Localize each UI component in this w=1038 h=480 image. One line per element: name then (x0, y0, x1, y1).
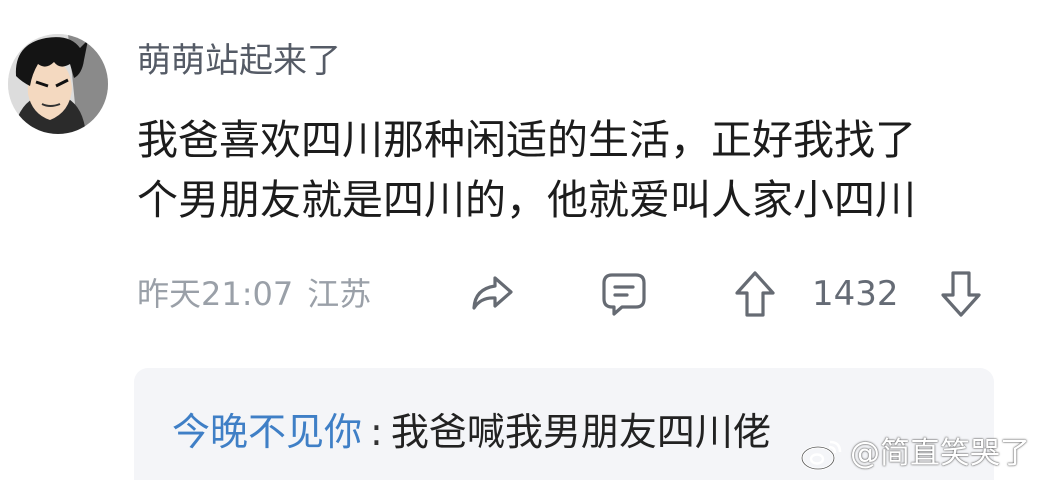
reply-text: 我爸喊我男朋友四川佬 (390, 410, 771, 454)
comment-text-line: 个男朋友就是四川的，他就爱叫人家小四川 (137, 176, 916, 224)
weibo-icon (800, 440, 842, 471)
reply-author[interactable]: 今晚不见你 (172, 410, 362, 454)
comment-time: 昨天21:07 (137, 275, 294, 313)
arrow-up-icon (735, 271, 775, 317)
share-button[interactable] (466, 270, 518, 318)
watermark: @简直笑哭了 (800, 434, 1030, 474)
share-icon (472, 276, 513, 310)
reply-separator: : (370, 410, 383, 454)
comment-page: 萌萌站起来了 我爸喜欢四川那种闲适的生活，正好我找了 个男朋友就是四川的，他就爱… (0, 0, 1038, 480)
comment-button[interactable] (598, 270, 650, 318)
comment-text-line: 我爸喜欢四川那种闲适的生活，正好我找了 (137, 116, 916, 164)
comment-location: 江苏 (307, 275, 372, 313)
username[interactable]: 萌萌站起来了 (137, 38, 341, 84)
reply-line: 今晚不见你: 我爸喊我男朋友四川佬 (172, 404, 771, 460)
comment-icon (602, 273, 646, 316)
comment-meta: 昨天21:07 江苏 (137, 272, 371, 316)
downvote-button[interactable] (938, 268, 984, 320)
arrow-down-icon (941, 271, 981, 317)
avatar[interactable] (8, 34, 108, 134)
watermark-text: @简直笑哭了 (850, 436, 1030, 471)
upvote-button[interactable] (732, 268, 778, 320)
comment-text: 我爸喜欢四川那种闲适的生活，正好我找了 个男朋友就是四川的，他就爱叫人家小四川 (137, 110, 1017, 230)
vote-count: 1432 (812, 274, 899, 314)
avatar-image (8, 34, 108, 134)
